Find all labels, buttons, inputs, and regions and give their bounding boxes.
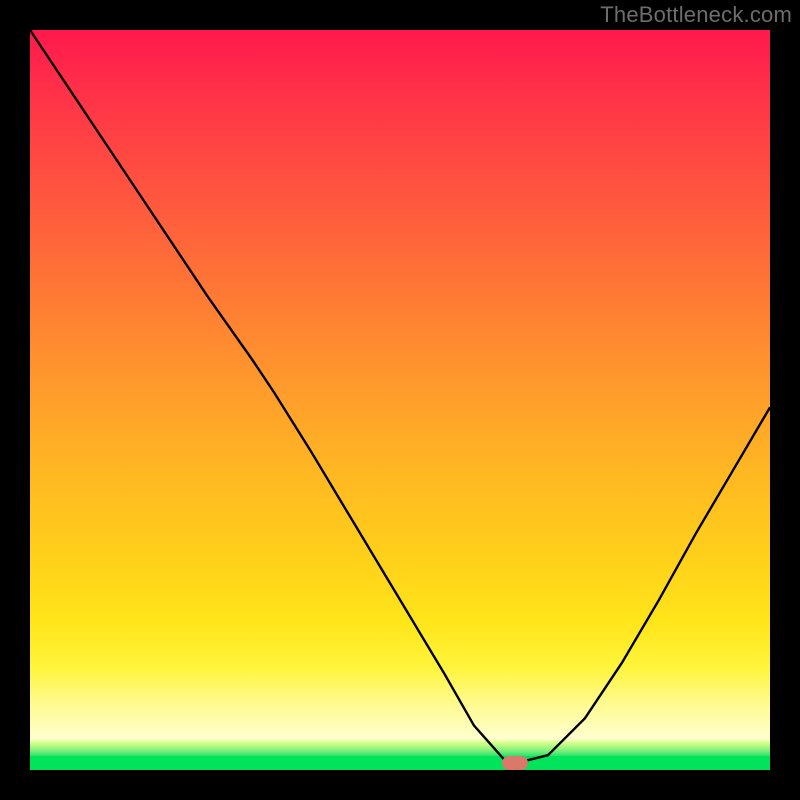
plot-area: [30, 30, 770, 770]
bottleneck-curve: [30, 30, 770, 770]
watermark-text: TheBottleneck.com: [600, 2, 792, 28]
minimum-marker: [502, 756, 528, 770]
chart-stage: TheBottleneck.com: [0, 0, 800, 800]
bottleneck-curve-path: [30, 30, 770, 763]
